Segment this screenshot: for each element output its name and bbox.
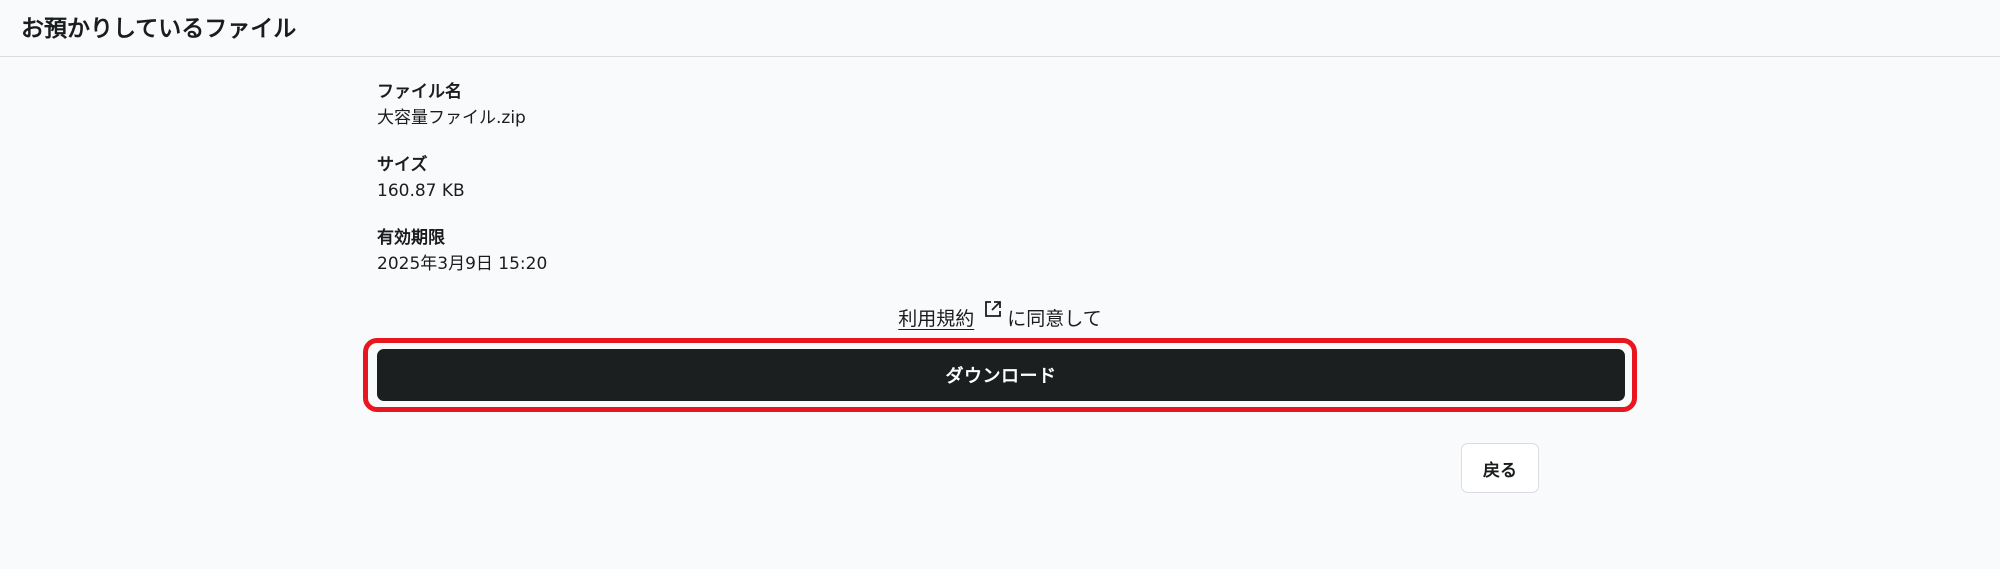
expiry-field: 有効期限 2025年3月9日 15:20 [377,226,547,276]
file-name-value: 大容量ファイル.zip [377,108,526,128]
file-name-field: ファイル名 大容量ファイル.zip [377,80,526,130]
page-title: お預かりしているファイル [21,16,297,42]
file-name-label: ファイル名 [377,82,462,102]
external-link-icon[interactable] [983,298,1003,318]
expiry-value: 2025年3月9日 15:20 [377,254,548,274]
expiry-label: 有効期限 [377,228,445,248]
terms-agreement: 利用規約 に同意して [0,298,2000,334]
file-size-label: サイズ [377,155,428,175]
back-button[interactable]: 戻る [1461,443,1539,493]
terms-link[interactable]: 利用規約 [898,308,974,330]
page-header: お預かりしているファイル [0,0,2000,57]
download-button[interactable]: ダウンロード [377,349,1625,401]
agreement-suffix: に同意して [1007,308,1102,330]
file-size-field: サイズ 160.87 KB [377,153,465,203]
file-size-value: 160.87 KB [377,181,465,201]
